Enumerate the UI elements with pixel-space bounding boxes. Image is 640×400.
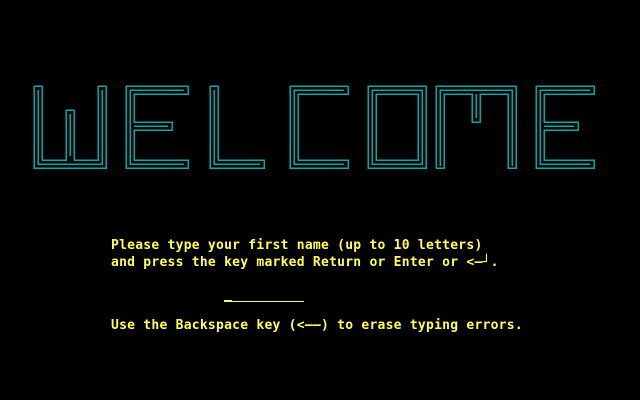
text-cursor: [224, 300, 232, 302]
instruction-line-2: and press the key marked Return or Enter…: [111, 255, 499, 270]
letter-l: [209, 85, 265, 169]
letter-e-2: [535, 85, 595, 169]
welcome-title-art: WELCOME: [33, 85, 595, 169]
letter-w: [33, 85, 107, 169]
letter-e-1: [125, 85, 189, 169]
letter-o: [367, 85, 427, 169]
first-name-input[interactable]: [224, 288, 304, 302]
letter-c: [289, 85, 349, 169]
letter-m: [435, 85, 517, 169]
backspace-instruction: Use the Backspace key (<——) to erase typ…: [111, 318, 523, 333]
input-underline: [224, 301, 304, 302]
screen: WELCOME: [0, 0, 640, 400]
instruction-line-1: Please type your first name (up to 10 le…: [111, 238, 483, 253]
